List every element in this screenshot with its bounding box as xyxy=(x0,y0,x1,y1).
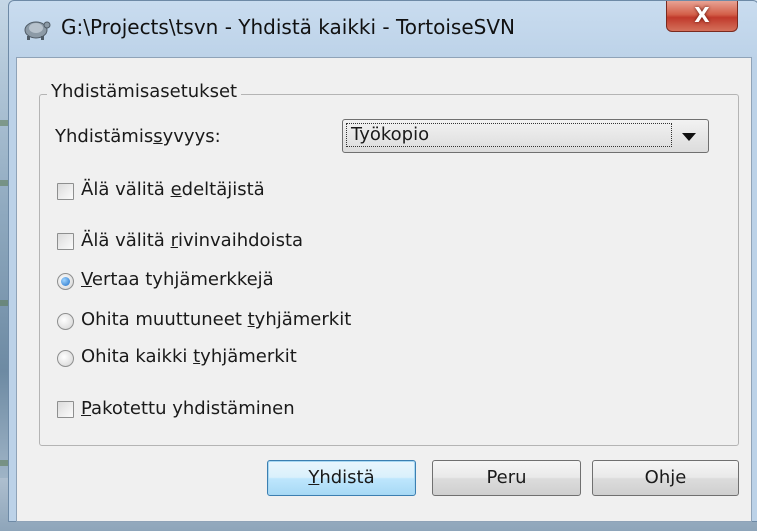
ignore-whitespace-changes-label[interactable]: Ohita muuttuneet tyhjämerkit xyxy=(81,309,351,330)
group-label: Yhdistämisasetukset xyxy=(47,81,242,102)
merge-depth-selected: Työkopio xyxy=(346,123,672,147)
tortoisesvn-icon xyxy=(24,21,51,40)
merge-dialog-window: G:\Projects\tsvn - Yhdistä kaikki - Tort… xyxy=(8,0,757,522)
force-merge-label[interactable]: Pakotettu yhdistäminen xyxy=(81,398,295,419)
close-button[interactable]: X xyxy=(666,1,738,32)
ignore-all-whitespace-label[interactable]: Ohita kaikki tyhjämerkit xyxy=(81,346,297,367)
chevron-down-icon xyxy=(682,133,696,141)
compare-whitespace-radio[interactable] xyxy=(57,273,74,290)
depth-label: Yhdistämissyvyys: xyxy=(55,126,221,147)
ignore-ancestry-checkbox[interactable] xyxy=(57,183,74,200)
merge-button[interactable]: Yhdistä xyxy=(267,460,416,496)
cancel-button[interactable]: Peru xyxy=(432,460,581,496)
help-button[interactable]: Ohje xyxy=(592,460,739,496)
ignore-whitespace-changes-radio[interactable] xyxy=(57,313,74,330)
window-title: G:\Projects\tsvn - Yhdistä kaikki - Tort… xyxy=(61,15,515,39)
dialog-client-area: Yhdistämisasetukset Yhdistämissyvyys: Ty… xyxy=(16,57,752,522)
force-merge-checkbox[interactable] xyxy=(57,401,74,418)
ignore-eol-checkbox[interactable] xyxy=(57,233,74,250)
title-bar[interactable]: G:\Projects\tsvn - Yhdistä kaikki - Tort… xyxy=(9,1,757,57)
compare-whitespace-label[interactable]: Vertaa tyhjämerkkejä xyxy=(81,269,274,290)
merge-depth-dropdown[interactable]: Työkopio xyxy=(342,119,709,153)
ignore-all-whitespace-radio[interactable] xyxy=(57,350,74,367)
ignore-ancestry-label[interactable]: Älä välitä edeltäjistä xyxy=(81,179,265,200)
ignore-eol-label[interactable]: Älä välitä rivinvaihdoista xyxy=(81,230,303,251)
